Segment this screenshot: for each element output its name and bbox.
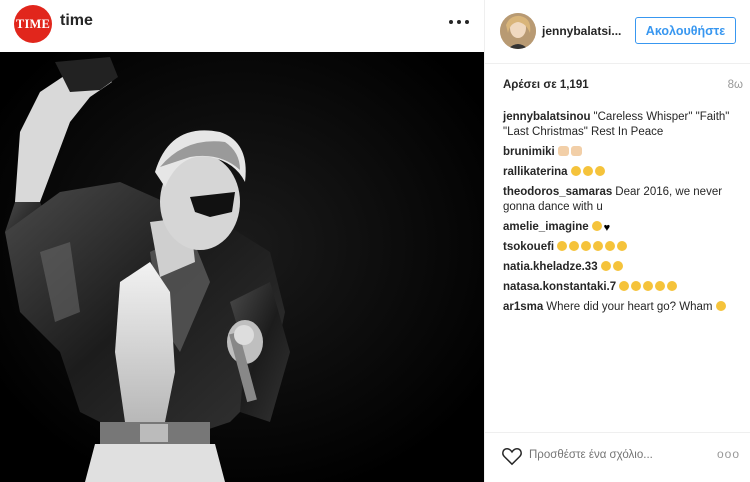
sad-face-emoji: [569, 241, 580, 251]
comments-list: jennybalatsinou "Careless Whisper" "Faith…: [503, 110, 745, 320]
time-logo-avatar[interactable]: TIME: [14, 5, 52, 43]
panel-header: jennybalatsi... Ακολουθήστε: [485, 0, 750, 64]
more-options-icon[interactable]: [447, 10, 471, 34]
sad-face-emoji: [617, 241, 628, 251]
post-photo: [0, 52, 484, 482]
likes-count[interactable]: Αρέσει σε 1,191: [503, 79, 589, 91]
folded-hands-emoji: [557, 146, 569, 156]
dot: [457, 20, 461, 24]
dot: [465, 20, 469, 24]
sad-face-emoji: [715, 301, 726, 311]
sad-face-emoji: [667, 281, 678, 291]
sad-face-emoji: [581, 241, 592, 251]
heart-icon[interactable]: [501, 446, 523, 466]
sad-face-emoji: [605, 241, 616, 251]
comment-username[interactable]: natia.kheladze.33: [503, 261, 598, 273]
concert-photo-illustration: [0, 52, 484, 482]
comment-bar: ooo: [485, 432, 750, 482]
avatar-image: [500, 13, 536, 49]
add-comment-input[interactable]: [529, 449, 709, 461]
comment: jennybalatsinou "Careless Whisper" "Faith…: [503, 110, 745, 140]
black-heart-emoji: ♥: [603, 222, 611, 234]
likes-row: Αρέσει σε 1,191 8ω: [503, 79, 743, 95]
post-time[interactable]: 8ω: [728, 79, 743, 91]
comment: tsokouefi: [503, 240, 745, 255]
comment: natia.kheladze.33: [503, 260, 745, 275]
comment-username[interactable]: theodoros_samaras: [503, 186, 612, 198]
comment-text: Where did your heart go? Wham: [546, 301, 713, 313]
comment-username[interactable]: amelie_imagine: [503, 221, 589, 233]
follow-button[interactable]: Ακολουθήστε: [635, 17, 736, 44]
sad-face-emoji: [582, 166, 593, 176]
sad-face-emoji: [600, 261, 611, 271]
more-options-icon[interactable]: ooo: [717, 447, 740, 461]
sad-face-emoji: [643, 281, 654, 291]
folded-hands-emoji: [570, 146, 582, 156]
comment: rallikaterina: [503, 165, 745, 180]
username[interactable]: jennybalatsi...: [542, 24, 621, 38]
post-header: TIME time: [0, 0, 484, 48]
comment: ar1sma Where did your heart go? Wham: [503, 300, 745, 315]
comment: brunimiki: [503, 145, 745, 160]
sad-face-emoji: [631, 281, 642, 291]
sad-face-emoji: [593, 241, 604, 251]
sad-face-emoji: [591, 221, 602, 231]
post-details-panel: jennybalatsi... Ακολουθήστε Αρέσει σε 1,…: [484, 0, 750, 482]
comment: amelie_imagine ♥: [503, 220, 745, 235]
comment-username[interactable]: ar1sma: [503, 301, 543, 313]
sad-face-emoji: [570, 166, 581, 176]
dot: [449, 20, 453, 24]
comment-username[interactable]: natasa.konstantaki.7: [503, 281, 616, 293]
sad-face-emoji: [557, 241, 568, 251]
sad-face-emoji: [594, 166, 605, 176]
sad-face-emoji: [612, 261, 623, 271]
account-name[interactable]: time: [60, 12, 93, 30]
comment-username[interactable]: rallikaterina: [503, 166, 568, 178]
comment: natasa.konstantaki.7: [503, 280, 745, 295]
sad-face-emoji: [655, 281, 666, 291]
comment-username[interactable]: tsokouefi: [503, 241, 554, 253]
comment-username[interactable]: brunimiki: [503, 146, 555, 158]
sad-face-emoji: [619, 281, 630, 291]
comment-username[interactable]: jennybalatsinou: [503, 111, 591, 123]
user-avatar[interactable]: [500, 13, 536, 49]
comment: theodoros_samaras Dear 2016, we never gon…: [503, 185, 745, 215]
